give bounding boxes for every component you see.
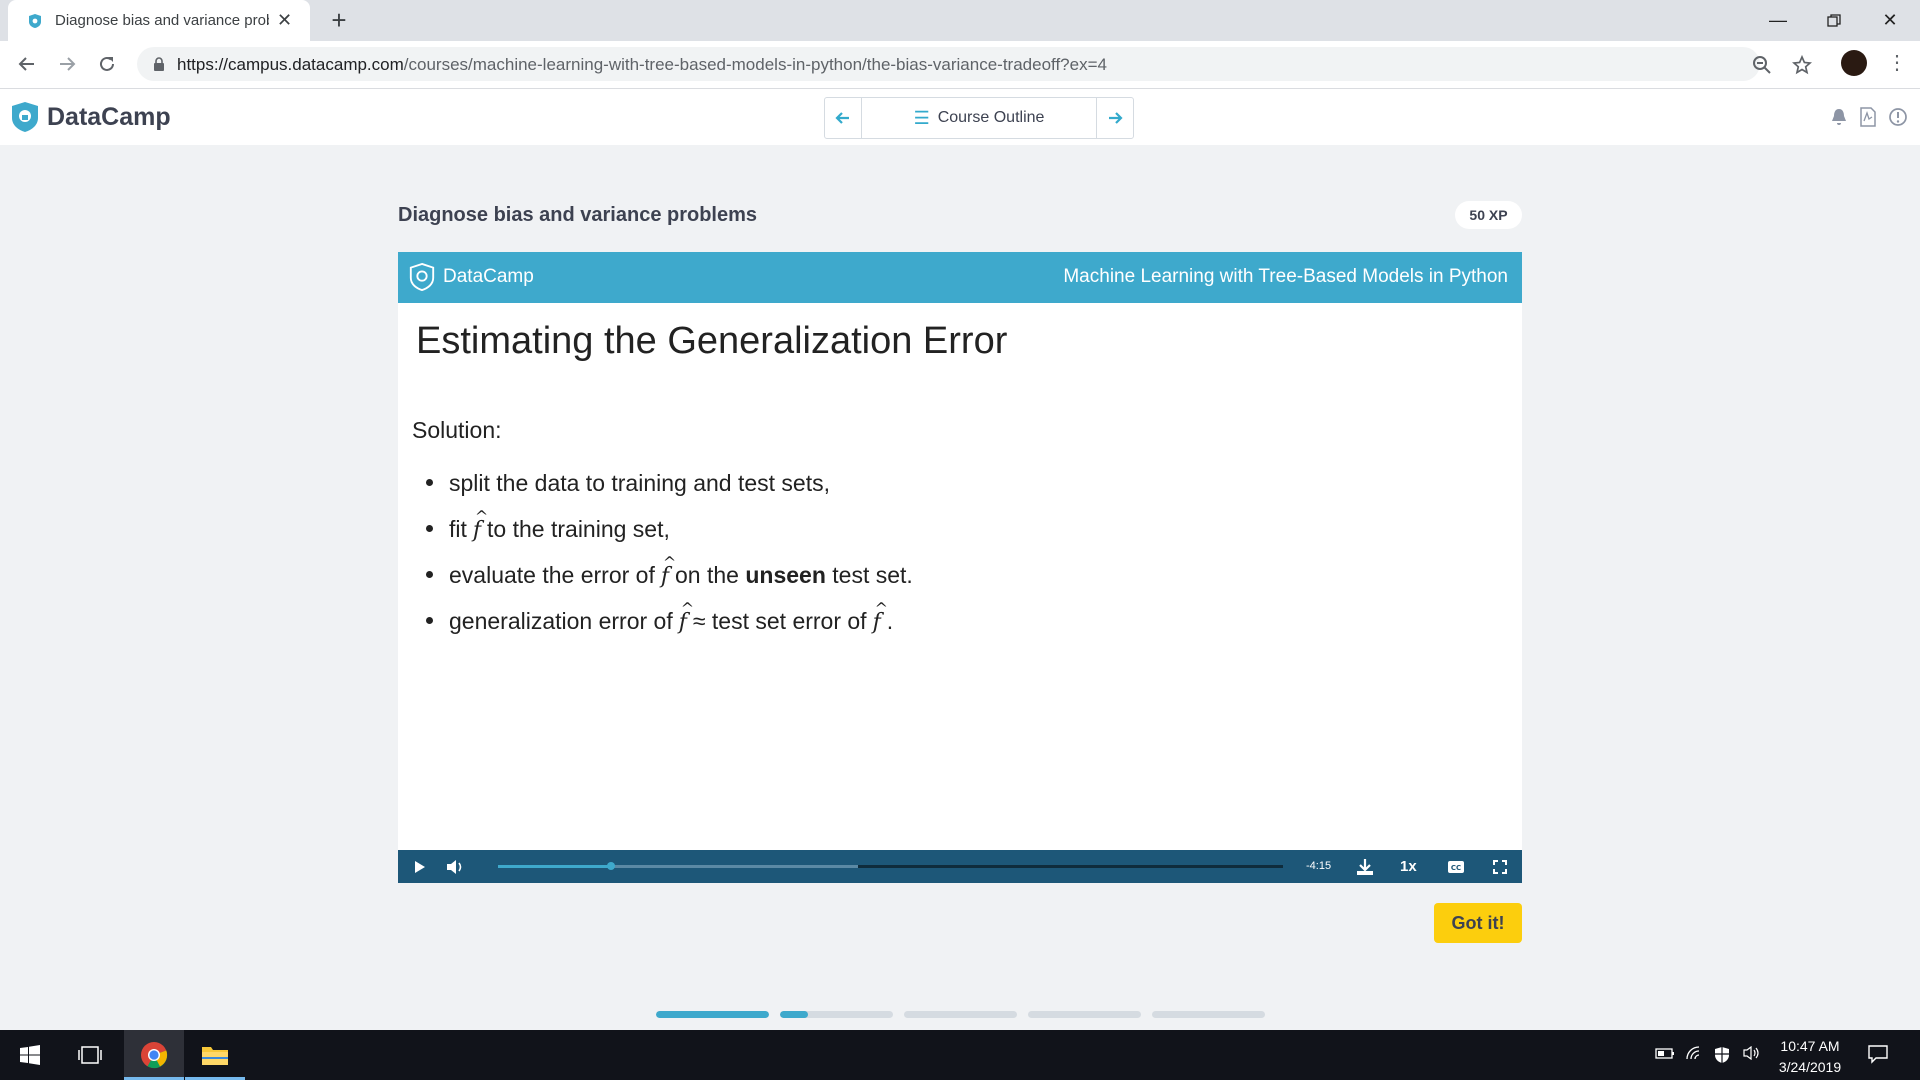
playback-speed-button[interactable]: 1x bbox=[1400, 858, 1417, 875]
menu-icon: ☰ bbox=[913, 107, 930, 128]
f-hat-symbol: f bbox=[661, 540, 677, 600]
svg-text:CC: CC bbox=[1451, 864, 1461, 872]
exercise-title: Diagnose bias and variance problems bbox=[398, 204, 758, 226]
url-host: https://campus.datacamp.com bbox=[177, 55, 404, 74]
previous-exercise-icon[interactable] bbox=[825, 98, 861, 138]
xp-badge: 50 XP bbox=[1455, 201, 1522, 229]
play-icon[interactable] bbox=[408, 850, 432, 883]
notification-bell-icon[interactable] bbox=[1829, 107, 1849, 127]
closed-captions-icon[interactable]: CC bbox=[1444, 850, 1468, 883]
slide-datacamp-logo: DataCamp bbox=[408, 262, 534, 292]
browser-tab[interactable]: Diagnose bias and variance prob ✕ bbox=[8, 0, 310, 41]
list-item: generalization error off≈ test set error… bbox=[426, 586, 913, 646]
progress-segment bbox=[1028, 1011, 1141, 1018]
progress-segment-fill bbox=[780, 1011, 809, 1018]
datacamp-shield-outline-icon bbox=[409, 262, 435, 292]
slide-title: Estimating the Generalization Error bbox=[416, 320, 1008, 362]
window-close-icon[interactable]: ✕ bbox=[1860, 0, 1920, 41]
action-center-icon[interactable] bbox=[1868, 1044, 1888, 1069]
time-remaining: -4:15 bbox=[1306, 860, 1332, 872]
course-outline-label: Course Outline bbox=[937, 109, 1045, 126]
fullscreen-icon[interactable] bbox=[1488, 850, 1512, 883]
course-outline-nav: ☰ Course Outline bbox=[824, 97, 1134, 139]
f-hat-symbol: f bbox=[473, 494, 489, 554]
video-progress-slider[interactable] bbox=[498, 862, 1283, 870]
played-bar bbox=[498, 865, 612, 868]
next-exercise-icon[interactable] bbox=[1097, 98, 1133, 138]
clock-date: 3/24/2019 bbox=[1778, 1059, 1842, 1075]
bookmark-star-icon[interactable] bbox=[1792, 55, 1812, 75]
datacamp-header: DataCamp ☰ Course Outline bbox=[0, 89, 1920, 145]
reload-icon[interactable] bbox=[93, 50, 121, 78]
file-explorer-icon[interactable] bbox=[185, 1030, 245, 1080]
back-icon[interactable] bbox=[13, 50, 41, 78]
address-bar: https://campus.datacamp.com/courses/mach… bbox=[0, 41, 1920, 89]
approx-symbol: ≈ bbox=[692, 608, 706, 634]
progress-segment bbox=[904, 1011, 1017, 1018]
windows-taskbar: 10:47 AM 3/24/2019 bbox=[0, 1030, 1920, 1080]
f-hat-symbol: f bbox=[679, 586, 695, 646]
progress-segment bbox=[656, 1011, 769, 1018]
got-it-button[interactable]: Got it! bbox=[1434, 903, 1522, 943]
datacamp-logo[interactable]: DataCamp bbox=[10, 101, 171, 133]
clock-time: 10:47 AM bbox=[1780, 1038, 1840, 1054]
chrome-taskbar-icon[interactable] bbox=[124, 1030, 184, 1080]
datacamp-favicon-icon bbox=[29, 13, 41, 28]
speaker-icon[interactable] bbox=[1743, 1045, 1761, 1065]
tab-close-icon[interactable]: ✕ bbox=[277, 10, 292, 31]
datacamp-shield-icon bbox=[12, 102, 38, 132]
system-clock[interactable]: 10:47 AM 3/24/2019 bbox=[1770, 1036, 1850, 1078]
restore-icon[interactable] bbox=[1804, 0, 1864, 41]
tab-title: Diagnose bias and variance prob bbox=[55, 12, 269, 29]
course-outline-button[interactable]: ☰ Course Outline bbox=[861, 98, 1097, 138]
profile-avatar[interactable] bbox=[1841, 50, 1867, 76]
battery-icon[interactable] bbox=[1655, 1046, 1675, 1065]
browser-tab-bar: Diagnose bias and variance prob ✕ + — ✕ bbox=[0, 0, 1920, 41]
browser-menu-icon[interactable]: ⋮ bbox=[1887, 51, 1907, 75]
slide-header: DataCamp Machine Learning with Tree-Base… bbox=[398, 252, 1522, 303]
solution-label: Solution: bbox=[412, 417, 502, 443]
pdf-slides-icon[interactable] bbox=[1859, 107, 1877, 127]
video-player-controls: -4:15 1x CC bbox=[398, 850, 1522, 883]
progress-segment-fill bbox=[656, 1011, 769, 1018]
list-item: evaluate the error offon the unseen test… bbox=[426, 540, 913, 600]
list-item: split the data to training and test sets… bbox=[426, 460, 913, 506]
slide-brand: DataCamp bbox=[443, 266, 534, 287]
progress-knob[interactable] bbox=[607, 862, 616, 870]
minimize-icon[interactable]: — bbox=[1748, 0, 1808, 41]
volume-icon[interactable] bbox=[442, 850, 468, 883]
task-view-icon[interactable] bbox=[60, 1030, 120, 1080]
url-path: /courses/machine-learning-with-tree-base… bbox=[403, 55, 1107, 74]
windows-start-icon[interactable] bbox=[0, 1030, 60, 1080]
lock-icon bbox=[154, 57, 164, 71]
download-icon[interactable] bbox=[1353, 850, 1377, 883]
forward-icon[interactable] bbox=[53, 50, 81, 78]
slide-course-name: Machine Learning with Tree-Based Models … bbox=[1063, 266, 1508, 287]
progress-segment bbox=[780, 1011, 893, 1018]
progress-segment bbox=[1152, 1011, 1265, 1018]
new-tab-icon[interactable]: + bbox=[325, 6, 353, 34]
wifi-icon[interactable] bbox=[1686, 1046, 1704, 1065]
zoom-icon[interactable] bbox=[1752, 55, 1772, 75]
solution-list: split the data to training and test sets… bbox=[426, 460, 913, 644]
url-input[interactable]: https://campus.datacamp.com/courses/mach… bbox=[137, 47, 1812, 81]
report-issue-icon[interactable] bbox=[1888, 107, 1908, 127]
brand-name: DataCamp bbox=[47, 102, 171, 131]
video-slide[interactable]: DataCamp Machine Learning with Tree-Base… bbox=[398, 252, 1522, 850]
security-shield-icon[interactable] bbox=[1714, 1046, 1730, 1069]
f-hat-symbol: f bbox=[873, 586, 889, 646]
